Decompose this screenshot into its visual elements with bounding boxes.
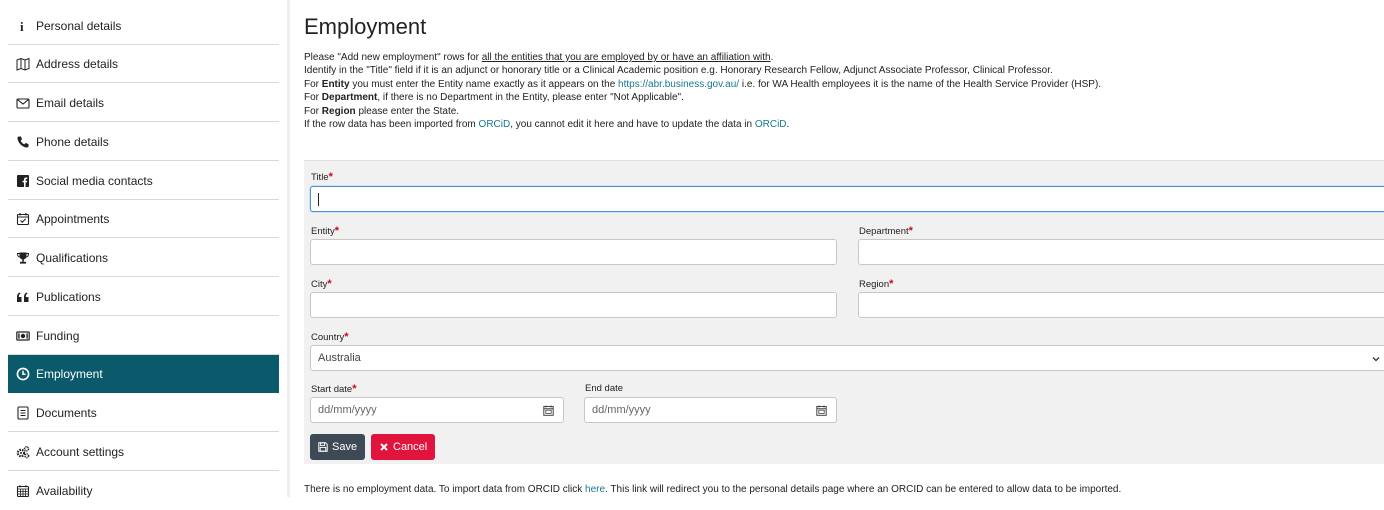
- sidebar-item-qualifications[interactable]: Qualifications: [8, 239, 279, 277]
- no-data-message: There is no employment data. To import d…: [304, 484, 1122, 495]
- abr-link[interactable]: https://abr.business.gov.au/: [618, 79, 739, 90]
- sidebar-item-label: Availability: [36, 484, 93, 498]
- main-content: Employment Please "Add new employment" r…: [304, 0, 1384, 497]
- sidebar-item-label: Address details: [36, 56, 119, 71]
- floppy-disk-icon: [318, 442, 328, 452]
- country-select[interactable]: Australia: [310, 345, 1384, 371]
- phone-icon: [14, 134, 32, 150]
- text-cursor: [318, 192, 319, 206]
- sidebar-item-label: Funding: [36, 328, 80, 343]
- trophy-icon: [14, 250, 32, 266]
- start-date-input[interactable]: dd/mm/yyyy: [310, 397, 564, 423]
- start-date-label: Start date*: [311, 383, 357, 395]
- quote-icon: [14, 289, 32, 305]
- sidebar-item-email-details[interactable]: Email details: [8, 84, 279, 122]
- end-date-label: End date: [585, 383, 624, 394]
- department-input[interactable]: [858, 239, 1384, 265]
- country-value: Australia: [318, 352, 361, 364]
- sidebar-item-publications[interactable]: Publications: [8, 278, 279, 316]
- orcid-link[interactable]: ORCiD: [479, 119, 511, 130]
- sidebar-item-account-settings[interactable]: Account settings: [8, 433, 279, 471]
- gears-icon: [14, 444, 32, 460]
- instruction-line-6: If the row data has been imported from O…: [304, 119, 790, 131]
- affiliation-emphasis: all the entities that you are employed b…: [481, 52, 771, 63]
- envelope-icon: [14, 95, 32, 111]
- sidebar-item-social-media-contacts[interactable]: Social media contacts: [8, 162, 279, 200]
- region-input[interactable]: [858, 292, 1384, 318]
- orcid-link[interactable]: ORCiD: [755, 119, 787, 130]
- country-label: Country*: [311, 331, 349, 343]
- import-orcid-link[interactable]: here: [585, 484, 605, 495]
- facebook-icon: [14, 173, 32, 189]
- sidebar-item-label: Account settings: [36, 444, 125, 459]
- save-button[interactable]: Save: [310, 434, 366, 460]
- money-icon: [14, 328, 32, 344]
- chevron-down-icon: [1372, 357, 1380, 362]
- region-label: Region*: [859, 278, 894, 290]
- employment-form: Title* Entity* Department* City* Region*…: [304, 160, 1384, 464]
- instruction-line-3: For Entity you must enter the Entity nam…: [304, 78, 1102, 90]
- sidebar-item-appointments[interactable]: Appointments: [8, 200, 279, 238]
- calendar-picker-icon[interactable]: [543, 405, 554, 416]
- instruction-line-4: For Department, if there is no Departmen…: [304, 92, 684, 104]
- entity-input[interactable]: [310, 239, 837, 265]
- sidebar-item-label: Social media contacts: [36, 173, 153, 188]
- sidebar-item-personal-details[interactable]: i Personal details: [8, 7, 279, 45]
- sidebar-item-label: Documents: [36, 405, 97, 420]
- calendar-check-icon: [14, 211, 32, 227]
- sidebar-item-address-details[interactable]: Address details: [8, 45, 279, 83]
- sidebar-item-label: Qualifications: [36, 250, 109, 265]
- sidebar: i Personal details Address details Email…: [0, 0, 280, 498]
- sidebar-item-label: Personal details: [36, 18, 122, 33]
- document-icon: [14, 405, 32, 421]
- sidebar-item-funding[interactable]: Funding: [8, 317, 279, 355]
- close-icon: [380, 443, 388, 451]
- instructions: Please "Add new employment" rows for all…: [304, 51, 1382, 131]
- title-label: Title*: [311, 171, 333, 183]
- svg-text:i: i: [20, 19, 24, 33]
- entity-label: Entity*: [311, 225, 340, 237]
- info-icon: i: [14, 18, 32, 34]
- map-icon: [14, 56, 32, 72]
- cancel-button[interactable]: Cancel: [371, 434, 436, 460]
- sidebar-item-label: Phone details: [36, 134, 109, 149]
- sidebar-item-documents[interactable]: Documents: [8, 394, 279, 432]
- instruction-line-1: Please "Add new employment" rows for all…: [304, 52, 774, 63]
- sidebar-divider: [287, 0, 290, 497]
- clock-icon: [14, 366, 32, 382]
- page-title: Employment: [304, 14, 427, 39]
- sidebar-item-availability[interactable]: Availability: [8, 472, 279, 510]
- sidebar-item-label: Employment: [36, 366, 103, 381]
- title-input[interactable]: [310, 186, 1384, 212]
- sidebar-item-label: Publications: [36, 289, 101, 304]
- department-label: Department*: [859, 225, 913, 237]
- sidebar-item-employment[interactable]: Employment: [8, 355, 279, 393]
- instruction-line-2: Identify in the "Title" field if it is a…: [304, 65, 1053, 77]
- city-label: City*: [311, 278, 332, 290]
- instruction-line-5: For Region please enter the State.: [304, 105, 460, 117]
- sidebar-item-label: Appointments: [36, 211, 110, 226]
- sidebar-item-phone-details[interactable]: Phone details: [8, 123, 279, 161]
- calendar-picker-icon[interactable]: [816, 405, 827, 416]
- sidebar-item-label: Email details: [36, 95, 105, 110]
- city-input[interactable]: [310, 292, 837, 318]
- end-date-input[interactable]: dd/mm/yyyy: [584, 397, 837, 423]
